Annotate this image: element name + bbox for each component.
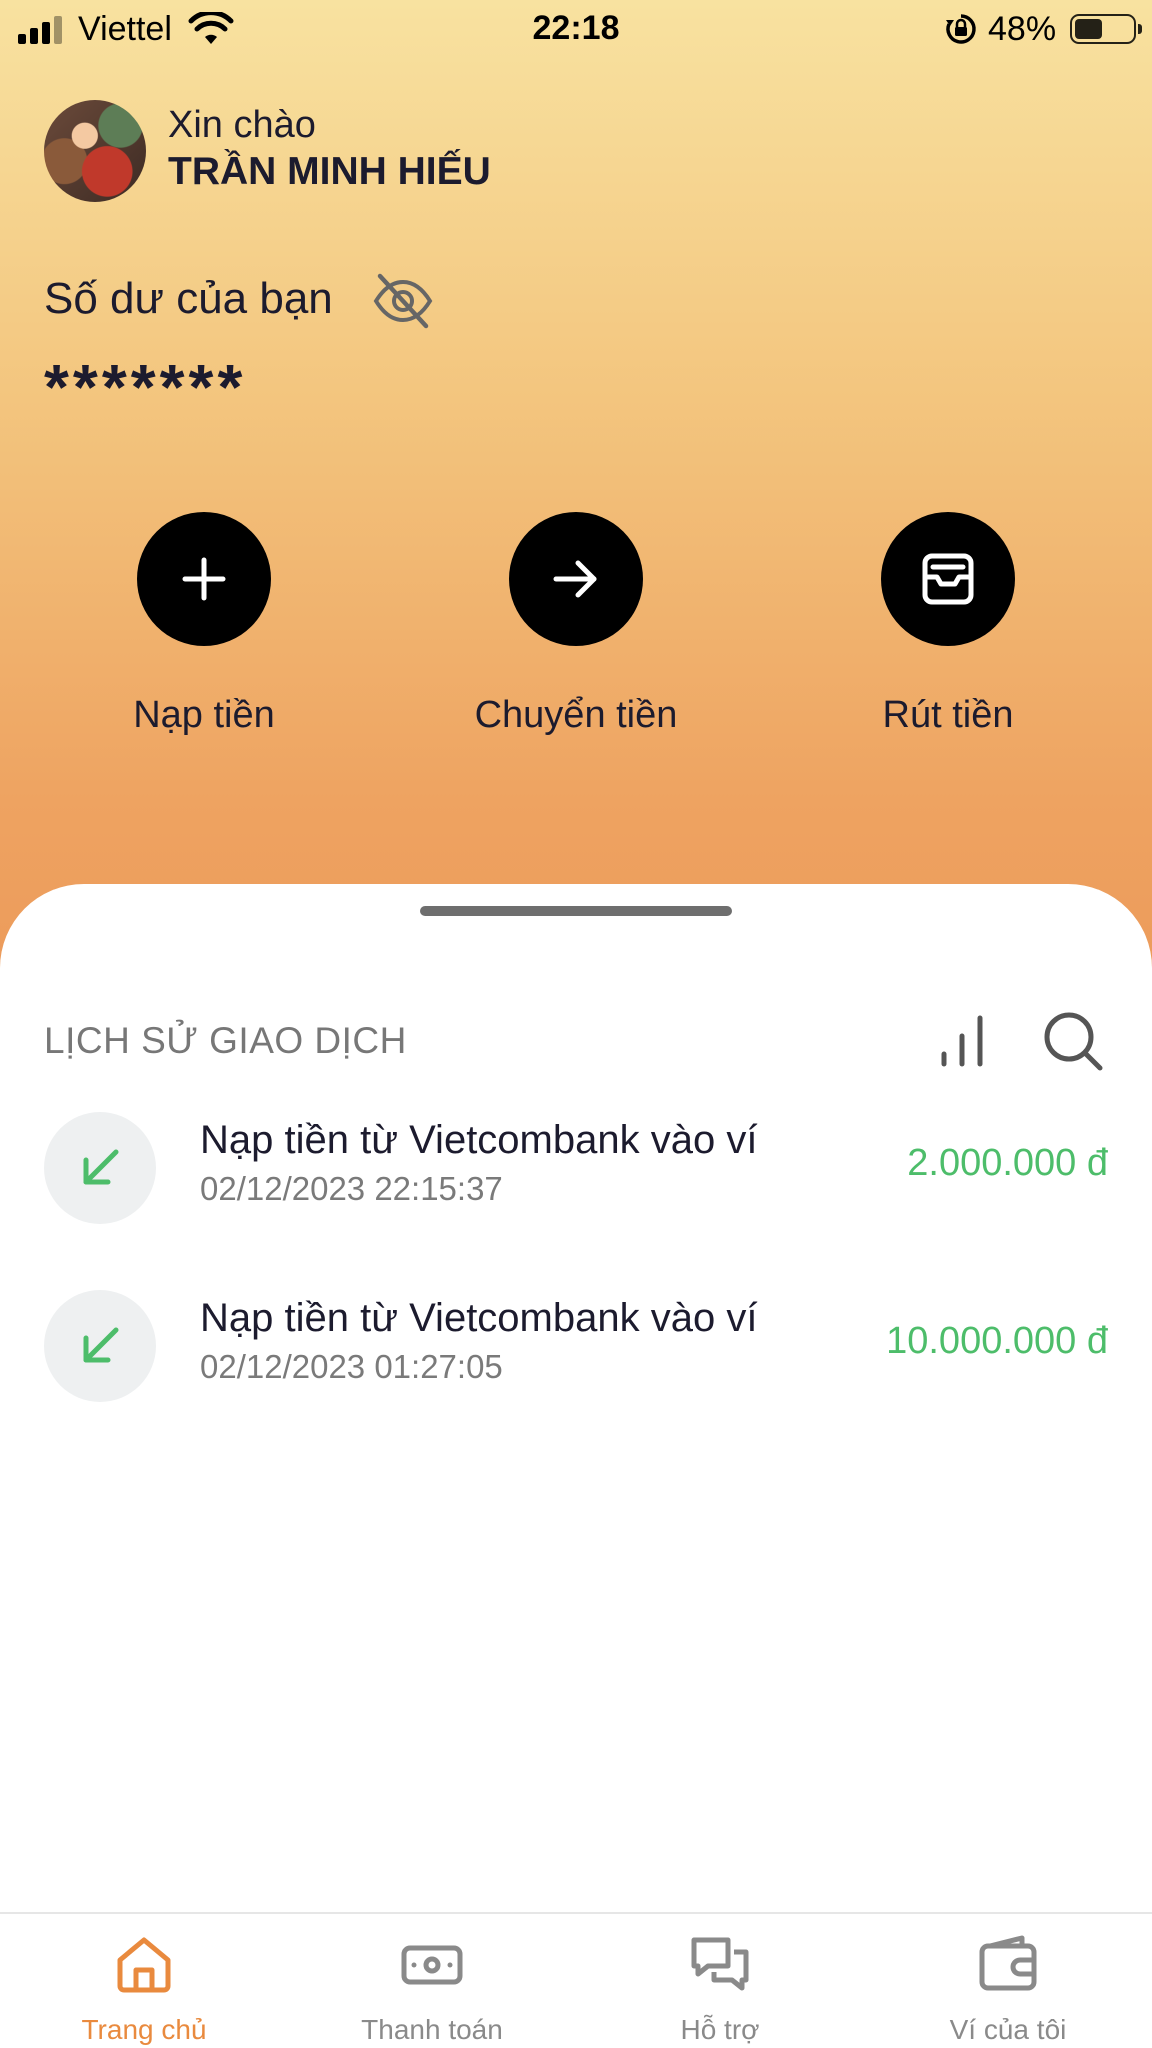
deposit-label: Nạp tiền bbox=[133, 694, 275, 736]
eye-off-icon[interactable] bbox=[370, 268, 436, 334]
deposit-arrow-icon bbox=[44, 1290, 156, 1402]
transaction-row[interactable]: Nạp tiền từ Vietcombank vào ví 02/12/202… bbox=[0, 1284, 1152, 1404]
history-title: LỊCH SỬ GIAO DỊCH bbox=[44, 1020, 407, 1061]
nav-support-label: Hỗ trợ bbox=[680, 2014, 760, 2045]
transaction-title: Nạp tiền từ Vietcombank vào ví bbox=[200, 1118, 758, 1162]
arrow-right-icon bbox=[553, 560, 597, 598]
withdraw-button[interactable]: Rút tiền bbox=[818, 512, 1078, 737]
chat-icon bbox=[691, 1937, 749, 1991]
inbox-icon bbox=[922, 553, 974, 605]
deposit-button[interactable]: Nạp tiền bbox=[74, 512, 334, 737]
transaction-title: Nạp tiền từ Vietcombank vào ví bbox=[200, 1296, 758, 1340]
avatar[interactable] bbox=[44, 100, 146, 202]
battery-icon bbox=[1070, 14, 1142, 44]
transaction-amount: 10.000.000 đ bbox=[886, 1320, 1108, 1362]
transaction-time: 02/12/2023 01:27:05 bbox=[200, 1348, 503, 1385]
transfer-circle[interactable] bbox=[509, 512, 643, 646]
transaction-amount: 2.000.000 đ bbox=[907, 1142, 1108, 1184]
sheet-drag-handle[interactable] bbox=[420, 906, 732, 916]
nav-support[interactable]: Hỗ trợ bbox=[576, 1914, 864, 2048]
deposit-circle[interactable] bbox=[137, 512, 271, 646]
nav-wallet-label: Ví của tôi bbox=[949, 2014, 1067, 2045]
transfer-label: Chuyển tiền bbox=[474, 694, 678, 736]
transaction-time: 02/12/2023 22:15:37 bbox=[200, 1170, 503, 1207]
search-icon[interactable] bbox=[1040, 1008, 1106, 1074]
clock: 22:18 bbox=[532, 9, 620, 47]
bar-chart-icon[interactable] bbox=[932, 1012, 992, 1072]
status-bar: Viettel 22:18 48% bbox=[0, 0, 1152, 60]
nav-payment-label: Thanh toán bbox=[361, 2014, 503, 2045]
greeting-text: Xin chào bbox=[168, 104, 316, 146]
battery-percent: 48% bbox=[988, 10, 1057, 48]
withdraw-circle[interactable] bbox=[881, 512, 1015, 646]
transaction-sheet: LỊCH SỬ GIAO DỊCH Nạp tiền từ Vietcomban… bbox=[0, 884, 1152, 1914]
nav-wallet[interactable]: Ví của tôi bbox=[864, 1914, 1152, 2048]
wallet-icon bbox=[979, 1935, 1037, 1991]
nav-home-label: Trang chủ bbox=[81, 2014, 207, 2045]
plus-icon bbox=[182, 557, 226, 601]
transfer-button[interactable]: Chuyển tiền bbox=[446, 512, 706, 737]
transaction-row[interactable]: Nạp tiền từ Vietcombank vào ví 02/12/202… bbox=[0, 1106, 1152, 1226]
deposit-arrow-icon bbox=[44, 1112, 156, 1224]
battery-fill bbox=[1075, 19, 1102, 39]
nav-payment[interactable]: Thanh toán bbox=[288, 1914, 576, 2048]
balance-label: Số dư của bạn bbox=[44, 274, 333, 323]
balance-value: ******* bbox=[44, 351, 247, 423]
withdraw-label: Rút tiền bbox=[882, 694, 1014, 736]
rotation-lock-icon bbox=[946, 14, 976, 44]
cash-icon bbox=[401, 1945, 463, 1985]
nav-home[interactable]: Trang chủ bbox=[0, 1914, 288, 2048]
user-name: TRẦN MINH HIẾU bbox=[168, 150, 491, 193]
bottom-nav: Trang chủ Thanh toán Hỗ trợ Ví của tôi bbox=[0, 1912, 1152, 2048]
home-icon bbox=[117, 1937, 171, 1993]
